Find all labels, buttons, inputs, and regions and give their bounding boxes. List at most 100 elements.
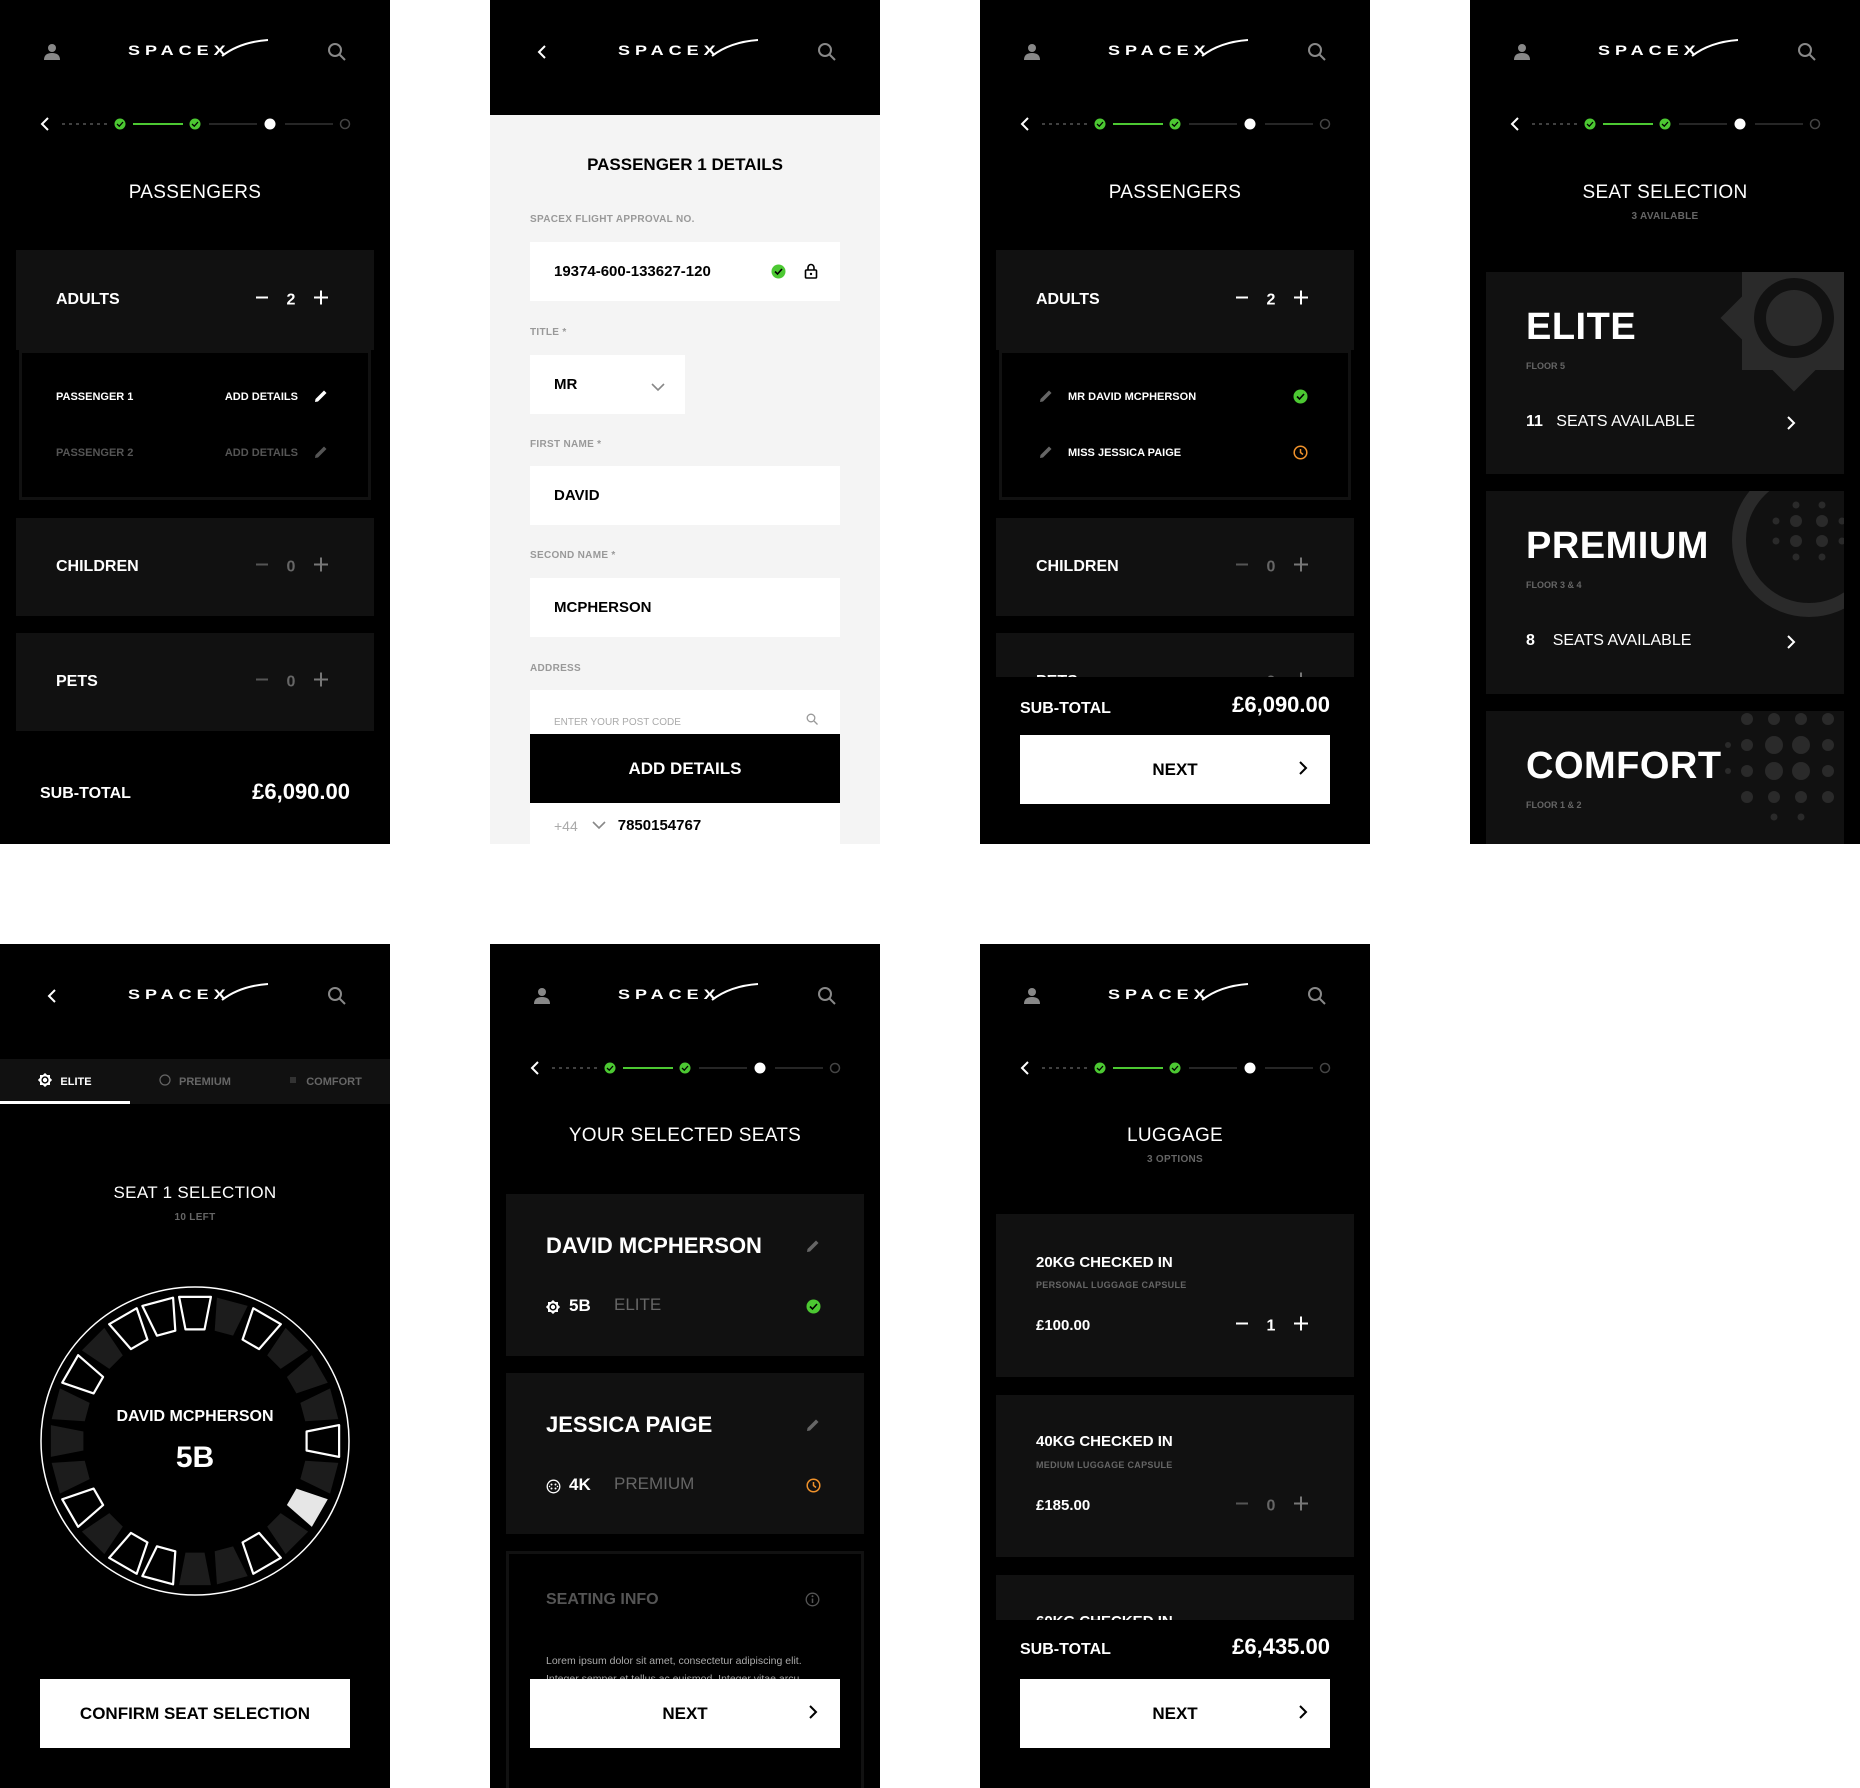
seat-selected[interactable] — [286, 1488, 328, 1527]
back-icon[interactable] — [1015, 114, 1035, 134]
class-card-premium[interactable]: PREMIUM FLOOR 3 & 4 8 SEATS AVAILABLE — [1486, 491, 1844, 694]
back-icon[interactable] — [525, 1058, 545, 1078]
plus-icon[interactable] — [313, 290, 329, 311]
seat-available[interactable] — [108, 1307, 149, 1351]
passenger-row[interactable]: MR DAVID MCPHERSON — [1002, 387, 1348, 407]
spacex-logo: SPACEX — [1590, 38, 1740, 66]
user-icon[interactable] — [1022, 42, 1042, 62]
back-icon[interactable] — [1015, 1058, 1035, 1078]
step-complete-icon — [1659, 118, 1671, 130]
first-name-field[interactable]: DAVID — [530, 466, 840, 525]
next-button[interactable]: NEXT — [1020, 735, 1330, 804]
back-icon[interactable] — [35, 114, 55, 134]
chevron-right-icon[interactable] — [1786, 415, 1796, 436]
verified-check-icon — [771, 264, 786, 283]
passengers-summary-screen: SPACEX PASSENGERS ADULTS 2 MR DAVID MCPH… — [980, 0, 1370, 844]
children-card: CHILDREN 0 — [996, 518, 1354, 616]
tab-elite[interactable]: ELITE — [0, 1059, 130, 1104]
progress-stepper — [980, 114, 1370, 139]
info-icon[interactable] — [805, 1592, 820, 1612]
chevron-right-icon[interactable] — [1786, 634, 1796, 655]
minus-icon[interactable] — [255, 557, 269, 578]
title-select[interactable]: MR — [530, 355, 685, 414]
subtotal-amount: £6,435.00 — [1232, 1634, 1330, 1659]
user-icon[interactable] — [1022, 986, 1042, 1006]
subtotal-label: SUB-TOTAL — [1020, 700, 1111, 717]
seat-available[interactable] — [177, 1295, 213, 1331]
seat-available[interactable] — [241, 1531, 282, 1575]
minus-icon[interactable] — [1235, 1316, 1249, 1337]
class-card-elite[interactable]: ELITE FLOOR 5 11 SEATS AVAILABLE — [1486, 272, 1844, 474]
plus-icon[interactable] — [313, 672, 329, 693]
step-complete-icon — [1094, 118, 1106, 130]
pencil-icon[interactable] — [1039, 445, 1053, 464]
passenger-row[interactable]: PASSENGER 1 ADD DETAILS — [22, 387, 368, 407]
pencil-icon[interactable] — [806, 1418, 820, 1437]
next-label: NEXT — [1152, 1703, 1198, 1723]
seat-available[interactable] — [241, 1307, 282, 1351]
tab-comfort[interactable]: COMFORT — [260, 1059, 390, 1104]
search-icon[interactable] — [817, 986, 837, 1006]
step-current — [264, 118, 276, 130]
plus-icon[interactable] — [1293, 290, 1309, 311]
back-icon[interactable] — [1505, 114, 1525, 134]
second-name-field[interactable]: MCPHERSON — [530, 578, 840, 637]
plus-icon[interactable] — [1293, 1496, 1309, 1517]
user-icon[interactable] — [42, 42, 62, 62]
user-icon[interactable] — [1512, 42, 1532, 62]
minus-icon[interactable] — [1235, 290, 1249, 311]
step-current — [1244, 1062, 1256, 1074]
minus-icon[interactable] — [255, 290, 269, 311]
seat-number: 4K — [569, 1475, 591, 1494]
phone-field[interactable]: +44 7850154767 — [530, 803, 840, 844]
user-icon[interactable] — [532, 986, 552, 1006]
search-icon[interactable] — [1307, 986, 1327, 1006]
sun-icon — [38, 1072, 53, 1090]
plus-icon[interactable] — [1293, 1316, 1309, 1337]
screen-subtitle: 3 AVAILABLE — [1631, 211, 1699, 222]
option-name: 40KG CHECKED IN — [1036, 1433, 1173, 1450]
pencil-icon[interactable] — [314, 389, 328, 408]
minus-icon[interactable] — [255, 672, 269, 693]
chevron-down-icon[interactable] — [592, 817, 606, 834]
tab-premium[interactable]: PREMIUM — [130, 1059, 260, 1104]
back-icon[interactable] — [42, 986, 62, 1006]
seat-available[interactable] — [141, 1296, 177, 1337]
subtotal-label: SUB-TOTAL — [1020, 1641, 1111, 1658]
minus-icon[interactable] — [1235, 557, 1249, 578]
confirm-seat-button[interactable]: CONFIRM SEAT SELECTION — [40, 1679, 350, 1748]
pencil-icon[interactable] — [1039, 389, 1053, 408]
seat-available[interactable] — [61, 1354, 105, 1395]
add-details-button[interactable]: ADD DETAILS — [530, 734, 840, 803]
search-icon[interactable] — [327, 986, 347, 1006]
search-icon[interactable] — [817, 42, 837, 62]
children-count: 0 — [1266, 558, 1276, 575]
back-icon[interactable] — [532, 42, 552, 62]
add-details-link[interactable]: ADD DETAILS — [225, 447, 298, 459]
search-icon[interactable] — [1307, 42, 1327, 62]
search-icon[interactable] — [806, 712, 818, 729]
passenger-row[interactable]: PASSENGER 2 ADD DETAILS — [22, 443, 368, 463]
pencil-icon[interactable] — [314, 445, 328, 464]
search-icon[interactable] — [1797, 42, 1817, 62]
step-complete-icon — [114, 118, 126, 130]
screen-title: PASSENGERS — [128, 182, 262, 203]
phone-code[interactable]: +44 — [554, 818, 578, 834]
next-button[interactable]: NEXT — [530, 1679, 840, 1748]
search-icon[interactable] — [327, 42, 347, 62]
plus-icon[interactable] — [1293, 557, 1309, 578]
seats-left: 10 LEFT — [174, 1212, 216, 1223]
add-details-link[interactable]: ADD DETAILS — [225, 391, 298, 403]
next-button[interactable]: NEXT — [1020, 1679, 1330, 1748]
minus-icon[interactable] — [1235, 1496, 1249, 1517]
pencil-icon[interactable] — [806, 1239, 820, 1258]
seat-available[interactable] — [108, 1531, 149, 1575]
class-card-comfort[interactable]: COMFORT FLOOR 1 & 2 — [1486, 711, 1844, 844]
passenger-row[interactable]: MISS JESSICA PAIGE — [1002, 443, 1348, 463]
postcode-field[interactable]: ENTER YOUR POST CODE — [530, 690, 840, 734]
seat-available[interactable] — [141, 1545, 177, 1586]
plus-icon[interactable] — [313, 557, 329, 578]
step-complete-icon — [604, 1062, 616, 1074]
seat-available[interactable] — [61, 1487, 105, 1528]
passenger-name: DAVID MCPHERSON — [546, 1233, 762, 1258]
